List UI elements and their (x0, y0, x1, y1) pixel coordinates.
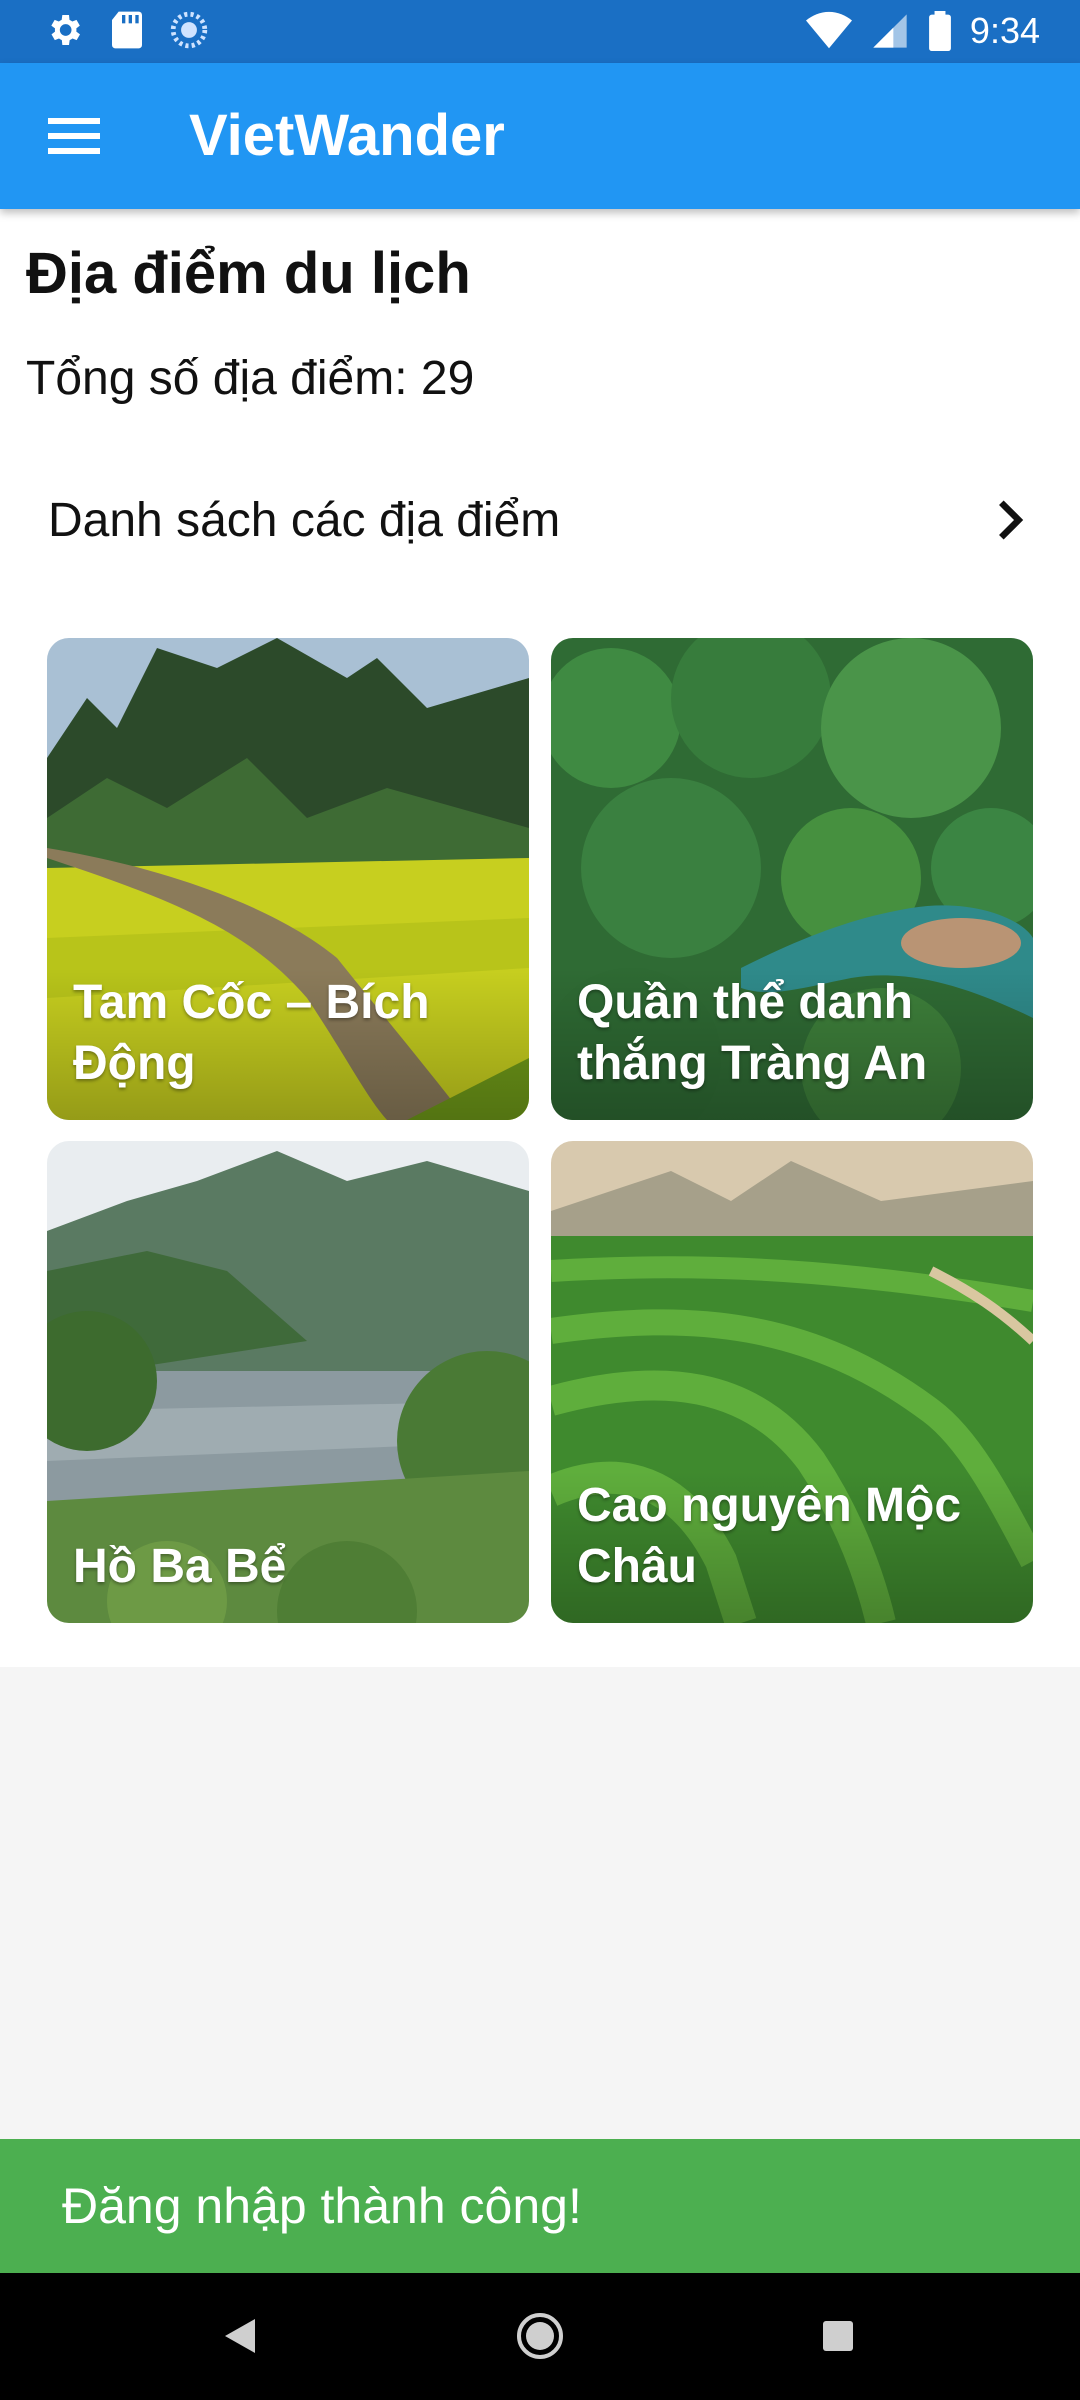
main-content: Địa điểm du lịch Tổng số địa điểm: 29 Da… (0, 209, 1080, 1667)
snackbar: Đăng nhập thành công! (0, 2139, 1080, 2273)
chevron-right-icon (999, 500, 1024, 540)
back-button[interactable] (207, 2303, 273, 2369)
destination-card-tam-coc[interactable]: Tam Cốc – Bích Động (47, 638, 529, 1120)
destination-list-label: Danh sách các địa điểm (48, 494, 561, 547)
menu-button[interactable] (30, 99, 118, 173)
recents-square-icon (823, 2321, 853, 2351)
destination-card-title: Hồ Ba Bể (73, 1540, 287, 1593)
page-title: Địa điểm du lịch (26, 241, 471, 306)
destination-card-trang-an[interactable]: Quần thể danh thắng Tràng An (551, 638, 1033, 1120)
destination-card-title: Tam Cốc – Bích Động (73, 976, 430, 1090)
destination-card-title: Quần thể danh thắng Tràng An (577, 976, 928, 1090)
settings-icon (51, 15, 80, 45)
home-circle-icon (517, 2313, 563, 2359)
battery-icon (929, 11, 951, 51)
app-bar: VietWander (0, 63, 1080, 209)
hamburger-menu-icon (48, 118, 100, 154)
destination-card-ho-ba-be[interactable]: Hồ Ba Bể (47, 1141, 529, 1623)
status-time: 9:34 (969, 10, 1040, 51)
signal-icon (873, 14, 907, 48)
recents-button[interactable] (805, 2303, 871, 2369)
home-button[interactable] (507, 2303, 573, 2369)
sd-card-icon (112, 11, 142, 49)
system-nav-bar (0, 2273, 1080, 2400)
destination-card-title: Cao nguyên Mộc Châu (577, 1479, 962, 1593)
empty-background (0, 1667, 1080, 2139)
snackbar-message: Đăng nhập thành công! (62, 2178, 582, 2234)
destination-list-link[interactable]: Danh sách các địa điểm (26, 457, 1056, 587)
wifi-icon (805, 11, 852, 49)
destination-count: Tổng số địa điểm: 29 (26, 352, 475, 405)
status-bar: 9:34 (0, 0, 1080, 63)
sync-circle-icon (170, 11, 208, 49)
back-triangle-icon (225, 2319, 255, 2353)
app-title: VietWander (189, 103, 505, 168)
destination-card-moc-chau[interactable]: Cao nguyên Mộc Châu (551, 1141, 1033, 1623)
